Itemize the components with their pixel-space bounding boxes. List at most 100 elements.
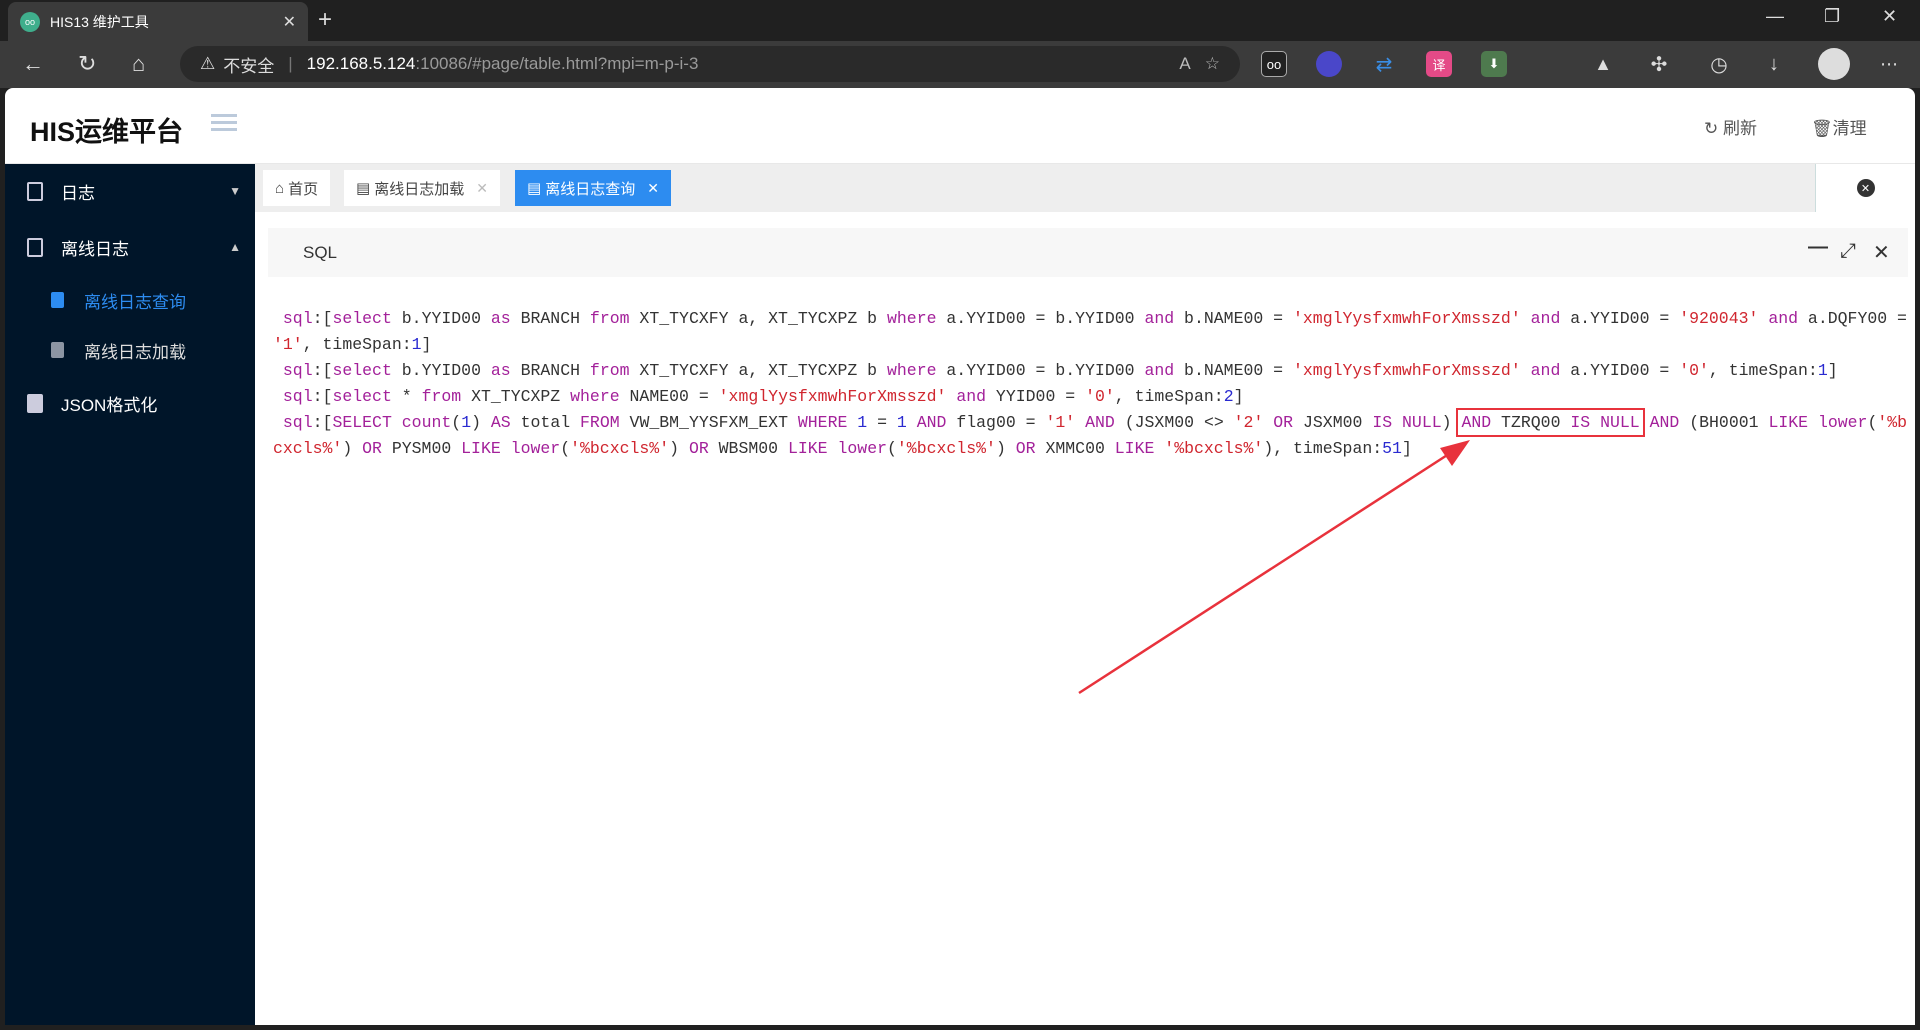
history-icon[interactable]: ◷ [1706, 51, 1732, 77]
sql-token: ) [471, 413, 491, 432]
minimize-panel-icon[interactable]: — [1808, 236, 1828, 259]
sql-token: ( [451, 413, 462, 432]
tab-offline-log-load[interactable]: ▤ 离线日志加载 ✕ [344, 170, 500, 206]
sql-token: a.YYID00 = [1560, 361, 1680, 380]
address-bar[interactable]: ⚠ 不安全 | 192.168.5.124 :10086/#page/table… [180, 46, 1240, 82]
extensions-puzzle-icon[interactable]: ✣ [1646, 51, 1672, 77]
more-menu-icon[interactable]: ⋯ [1876, 51, 1902, 77]
refresh-button[interactable]: ↻ 刷新 [1704, 114, 1757, 139]
sql-token: as [490, 361, 511, 380]
close-tab-icon[interactable]: ✕ [647, 180, 659, 197]
sql-token: lower [1817, 413, 1868, 432]
sql-token: , timeSpan: [302, 335, 412, 354]
read-aloud-icon[interactable]: A [1179, 54, 1190, 74]
sql-token: b.YYID00 [391, 309, 491, 328]
sql-token: = [867, 413, 897, 432]
sql-token: IS NULL [1570, 413, 1640, 432]
sql-token: AND [1649, 413, 1680, 432]
menu-toggle-icon[interactable] [211, 114, 237, 134]
favorite-star-icon[interactable]: ☆ [1205, 54, 1220, 74]
sql-token: sql [282, 387, 313, 406]
highlight-box: AND TZRQ00 IS NULL [1456, 408, 1645, 437]
sql-token: ) [1441, 413, 1462, 432]
sql-token: '1' [1045, 413, 1076, 432]
sql-token: :[ [312, 361, 333, 380]
sql-token: AND [1461, 413, 1492, 432]
reload-icon[interactable]: ↻ [78, 51, 96, 77]
close-tab-icon[interactable]: ✕ [283, 12, 296, 32]
restore-icon[interactable]: ❐ [1824, 6, 1840, 27]
panel-title: SQL [303, 242, 338, 262]
sql-token: * [391, 387, 422, 406]
close-tab-icon[interactable]: ✕ [476, 180, 488, 197]
minimize-icon[interactable]: — [1766, 6, 1784, 27]
sidebar-item-offline-log-load[interactable]: 离线日志加载 [5, 325, 255, 375]
sql-token: 51 [1382, 439, 1402, 458]
sidebar-item-logs[interactable]: 日志 ▼ [5, 166, 255, 216]
sql-token: VW_BM_YYSFXM_EXT [619, 413, 798, 432]
sql-token: AND [1085, 413, 1115, 432]
sql-token: sql [282, 309, 313, 328]
sql-token: lower [837, 439, 887, 458]
sql-token: count [401, 413, 452, 432]
close-all-tabs-button[interactable]: ✕ [1815, 164, 1915, 212]
sql-token: 1 [461, 413, 472, 432]
sql-token: select [332, 309, 392, 328]
browser-tab-title: HIS13 维护工具 [50, 13, 149, 30]
sql-token: and [1144, 309, 1175, 328]
url-host: 192.168.5.124 [306, 54, 416, 73]
sql-token: NAME00 = [619, 387, 719, 406]
refresh-icon: ↻ [1704, 119, 1719, 138]
sql-token: 'xmglYysfxmwhForXmsszd' [1292, 309, 1521, 328]
sidebar-item-offline-log-query[interactable]: 离线日志查询 [5, 275, 255, 325]
close-panel-icon[interactable]: ✕ [1873, 240, 1890, 265]
new-tab-icon[interactable]: + [318, 6, 332, 34]
browser-tab[interactable]: oo HIS13 维护工具 ✕ [8, 2, 308, 41]
sql-token: '1' [273, 335, 303, 354]
sql-token: 'xmglYysfxmwhForXmsszd' [718, 387, 947, 406]
sql-token: , timeSpan: [1708, 361, 1818, 380]
translate-extension-icon[interactable]: 译 [1426, 51, 1452, 77]
extension-icon[interactable]: ▲ [1590, 51, 1616, 77]
extension-icon[interactable]: oo [1261, 51, 1287, 77]
extension-icon[interactable] [1316, 51, 1342, 77]
window-close-icon[interactable]: ✕ [1882, 6, 1897, 27]
extension-icon[interactable]: ⇄ [1371, 51, 1397, 77]
sql-token: 1 [411, 335, 422, 354]
maximize-panel-icon[interactable]: ⤢ [1840, 240, 1856, 263]
profile-avatar[interactable] [1818, 48, 1850, 80]
sql-token: ] [421, 335, 432, 354]
sidebar-item-json-format[interactable]: JSON格式化 [5, 378, 255, 428]
home-icon[interactable]: ⌂ [132, 51, 145, 77]
sidebar-item-label: JSON格式化 [61, 395, 158, 415]
tab-offline-log-query[interactable]: ▤ 离线日志查询 ✕ [515, 170, 671, 206]
sql-token: BRANCH [510, 361, 590, 380]
sql-token: '%bcxcls%' [1164, 439, 1264, 458]
sql-token: 2 [1223, 387, 1234, 406]
sql-token: a.YYID00 = b.YYID00 [936, 361, 1145, 380]
sql-token: OR [1015, 439, 1036, 458]
address-bar-row: ← ↻ ⌂ ⚠ 不安全 | 192.168.5.124 :10086/#page… [0, 41, 1920, 88]
tab-home[interactable]: ⌂ 首页 [263, 170, 331, 206]
sql-token: 1 [1817, 361, 1828, 380]
sql-token: LIKE [787, 439, 828, 458]
sql-token: 1 [896, 413, 907, 432]
file-text-icon [27, 393, 43, 413]
clear-button[interactable]: 🗑清理 [1811, 114, 1867, 139]
downloads-icon[interactable]: ↓ [1761, 51, 1787, 77]
file-icon [27, 181, 43, 201]
sidebar-item-offline-logs[interactable]: 离线日志 ▲ [5, 222, 255, 272]
sql-token: LIKE [1768, 413, 1809, 432]
sql-token: total [510, 413, 581, 432]
download-extension-icon[interactable]: ⬇ [1481, 51, 1507, 77]
sql-token: a.DQFY00 = [1807, 309, 1907, 328]
sql-token: :[ [312, 413, 333, 432]
sql-token: 1 [857, 413, 868, 432]
sql-token: SELECT [332, 413, 392, 432]
back-icon[interactable]: ← [22, 51, 44, 77]
